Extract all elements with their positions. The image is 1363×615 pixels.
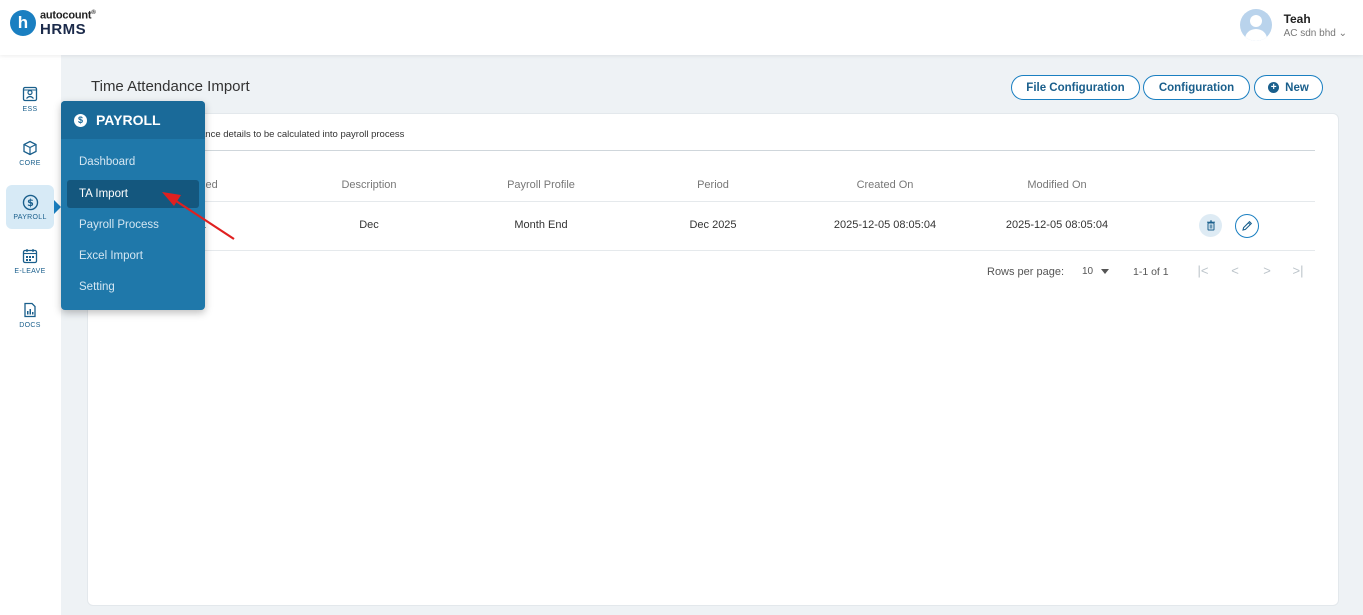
calendar-icon <box>21 247 39 265</box>
menu-item-dashboard[interactable]: Dashboard <box>67 148 199 176</box>
cell-description: Dec <box>359 219 379 231</box>
menu-item-ta-import[interactable]: TA Import <box>67 180 199 208</box>
edit-button[interactable] <box>1235 214 1259 238</box>
ess-icon <box>21 85 39 103</box>
column-header-payroll-profile[interactable]: Payroll Profile <box>471 179 611 191</box>
rail-label: DOCS <box>19 322 41 329</box>
rail-item-payroll[interactable]: $ PAYROLL <box>6 185 61 229</box>
rows-per-page-value: 10 <box>1082 266 1094 277</box>
rail-label: E-LEAVE <box>14 268 46 275</box>
rail-item-ess[interactable]: ESS <box>6 77 54 121</box>
chevron-down-icon: ⌄ <box>1338 27 1347 39</box>
caret-down-icon <box>1101 269 1110 274</box>
menu-item-excel-import[interactable]: Excel Import <box>67 242 199 270</box>
page-description: ance details to be calculated into payro… <box>200 129 405 140</box>
page-title: Time Attendance Import <box>91 78 250 95</box>
first-page-icon[interactable]: |< <box>1195 263 1211 278</box>
rows-per-page-select[interactable]: 10 <box>1082 266 1110 277</box>
logo-wordmark: autocount® HRMS <box>40 9 96 38</box>
pencil-icon <box>1242 220 1253 231</box>
pagination-range: 1-1 of 1 <box>1133 266 1169 278</box>
divider <box>200 150 1315 151</box>
trash-icon <box>1206 220 1215 231</box>
rows-per-page-label: Rows per page: <box>987 266 1065 278</box>
rail-item-docs[interactable]: DOCS <box>6 293 54 337</box>
menu-item-payroll-process[interactable]: Payroll Process <box>67 211 199 239</box>
rail-item-e-leave[interactable]: E-LEAVE <box>6 239 54 283</box>
logo-top-text: autocount <box>40 9 92 22</box>
file-configuration-button[interactable]: File Configuration <box>1011 75 1140 100</box>
user-name: Teah <box>1283 11 1311 26</box>
delete-button[interactable] <box>1199 214 1222 237</box>
configuration-button[interactable]: Configuration <box>1143 75 1250 100</box>
menu-item-setting[interactable]: Setting <box>67 273 199 301</box>
user-company: AC sdn bhd ⌄ <box>1283 27 1347 39</box>
rail-item-core[interactable]: CORE <box>6 131 54 175</box>
rail-label: ESS <box>22 106 38 113</box>
plus-circle-icon: + <box>1268 82 1280 93</box>
logo-mark: h <box>10 10 36 37</box>
prev-page-icon[interactable]: < <box>1227 263 1243 278</box>
avatar[interactable] <box>1239 9 1272 41</box>
svg-text:$: $ <box>27 198 34 209</box>
cell-payroll-profile: Month End <box>514 219 568 231</box>
dollar-icon: $ <box>74 113 87 127</box>
table-row-divider <box>200 250 1315 251</box>
logo-bottom-text: HRMS <box>40 20 87 38</box>
document-icon <box>21 301 39 319</box>
column-header-description[interactable]: Description <box>309 179 429 191</box>
app-logo[interactable]: h autocount® HRMS <box>10 10 96 37</box>
flyout-title: PAYROLL <box>96 112 161 128</box>
top-header: h autocount® HRMS Teah AC sdn bhd ⌄ <box>0 0 1363 55</box>
column-header-created-on[interactable]: Created On <box>805 179 965 191</box>
flyout-header: $ PAYROLL <box>61 101 205 139</box>
cell-created-on: 2025-12-05 08:05:04 <box>833 219 937 231</box>
rail-label: CORE <box>19 160 41 167</box>
column-header-period[interactable]: Period <box>653 179 773 191</box>
last-page-icon[interactable]: >| <box>1290 263 1306 278</box>
payroll-flyout-menu: $ PAYROLL Dashboard TA Import Payroll Pr… <box>61 101 205 310</box>
module-rail: ESS CORE $ PAYROLL E-LEAVE DOCS <box>0 55 61 615</box>
table-header-divider <box>200 201 1315 202</box>
new-button[interactable]: + New <box>1254 75 1323 100</box>
column-header-modified-on[interactable]: Modified On <box>977 179 1137 191</box>
cell-modified-on: 2025-12-05 08:05:04 <box>1005 219 1109 231</box>
next-page-icon[interactable]: > <box>1259 263 1275 278</box>
user-menu[interactable]: Teah AC sdn bhd ⌄ <box>1239 9 1347 41</box>
rail-label: PAYROLL <box>13 214 47 221</box>
cell-period: Dec 2025 <box>689 219 737 231</box>
dollar-icon: $ <box>21 193 39 211</box>
cube-icon <box>21 139 39 157</box>
new-button-label: New <box>1285 81 1309 94</box>
